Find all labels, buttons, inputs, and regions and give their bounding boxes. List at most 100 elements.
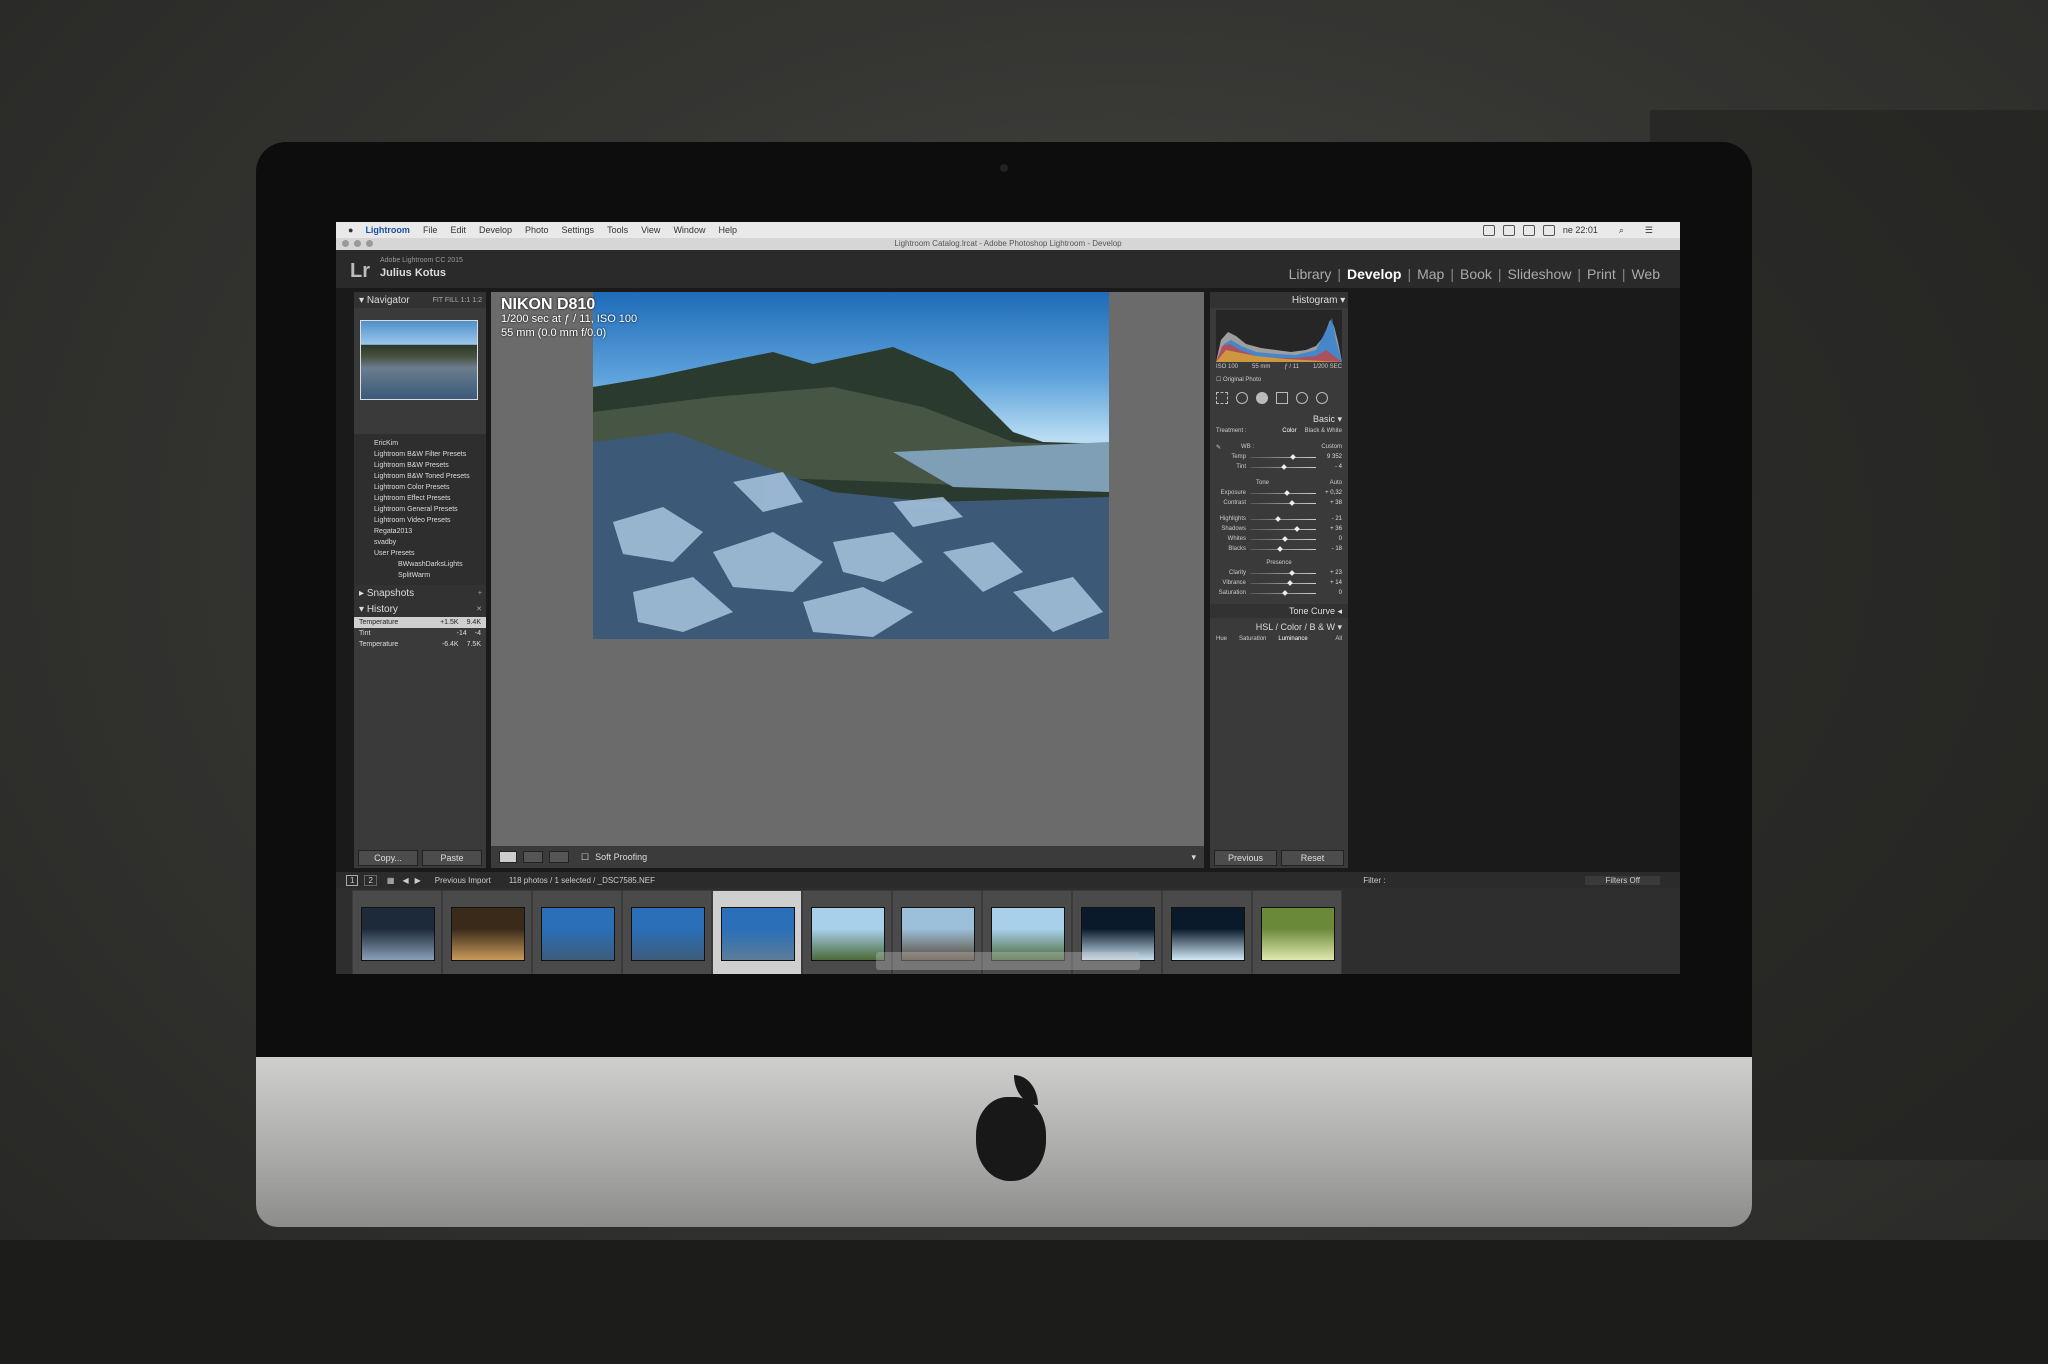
toolbar-menu-icon[interactable]: ▾: [1191, 852, 1196, 863]
wb-select[interactable]: Custom: [1321, 444, 1342, 450]
slider-knob[interactable]: [1282, 535, 1288, 542]
red-eye-icon[interactable]: [1256, 392, 1268, 404]
filmstrip-thumbnail[interactable]: [451, 907, 525, 961]
module-print[interactable]: Print: [1587, 266, 1616, 282]
slider-value[interactable]: - 18: [1320, 546, 1342, 552]
slider-knob[interactable]: [1280, 463, 1287, 470]
module-book[interactable]: Book: [1460, 266, 1492, 282]
slider-value[interactable]: + 23: [1320, 570, 1342, 576]
soft-proofing-checkbox[interactable]: ☐: [581, 852, 589, 863]
spotlight-icon[interactable]: ⌕: [1619, 225, 1624, 236]
hsl-tab-hue[interactable]: Hue: [1216, 636, 1227, 642]
auto-tone-button[interactable]: Auto: [1330, 480, 1342, 486]
filmstrip-thumbnail[interactable]: [1171, 907, 1245, 961]
menu-file[interactable]: File: [423, 225, 438, 235]
menu-app-name[interactable]: Lightroom: [365, 225, 410, 235]
slider-track[interactable]: [1250, 489, 1316, 496]
filmstrip-cell[interactable]: [712, 890, 802, 974]
menu-help[interactable]: Help: [718, 225, 737, 235]
slider-knob[interactable]: [1294, 525, 1300, 532]
spot-removal-icon[interactable]: [1236, 392, 1248, 404]
slider-track[interactable]: [1250, 515, 1316, 522]
menu-photo[interactable]: Photo: [525, 225, 549, 235]
crop-icon[interactable]: [1216, 392, 1228, 404]
close-window-button[interactable]: [342, 240, 349, 247]
slider-track[interactable]: [1250, 589, 1316, 596]
histogram[interactable]: [1216, 310, 1342, 362]
preset-item[interactable]: Regata2013: [354, 526, 486, 537]
slider-knob[interactable]: [1289, 569, 1296, 576]
previous-button[interactable]: Previous: [1214, 850, 1277, 866]
filters-off-select[interactable]: Filters Off: [1585, 875, 1660, 885]
hsl-tab-luminance[interactable]: Luminance: [1278, 636, 1307, 642]
module-map[interactable]: Map: [1417, 266, 1444, 282]
snapshots-header[interactable]: ▸ Snapshots +: [354, 585, 486, 601]
slider-knob[interactable]: [1288, 499, 1295, 506]
preset-item[interactable]: Lightroom General Presets: [354, 504, 486, 515]
menu-window[interactable]: Window: [673, 225, 705, 235]
tray-icon[interactable]: [1522, 224, 1535, 236]
reset-button[interactable]: Reset: [1281, 850, 1344, 866]
preset-item[interactable]: Lightroom Video Presets: [354, 515, 486, 526]
menu-edit[interactable]: Edit: [450, 225, 466, 235]
filmstrip-cell[interactable]: [442, 890, 532, 974]
preset-item[interactable]: Lightroom B&W Filter Presets: [354, 449, 486, 460]
slider-knob[interactable]: [1290, 453, 1296, 460]
minimize-window-button[interactable]: [354, 240, 361, 247]
apple-menu-icon[interactable]: ●: [348, 225, 353, 235]
slider-track[interactable]: [1250, 569, 1316, 576]
navigator-zoom[interactable]: FIT FILL 1:1 1:2: [433, 297, 482, 304]
source-label[interactable]: Previous Import: [435, 876, 491, 885]
preset-item[interactable]: SplitWarm: [354, 570, 486, 581]
history-item[interactable]: Temperature +1.5K 9.4K: [354, 617, 486, 628]
slider-knob[interactable]: [1276, 545, 1283, 552]
filmstrip-thumbnail[interactable]: [361, 907, 435, 961]
eyedropper-icon[interactable]: ✎: [1216, 444, 1221, 451]
module-slideshow[interactable]: Slideshow: [1508, 266, 1572, 282]
filmstrip-cell[interactable]: [532, 890, 622, 974]
slider-track[interactable]: [1250, 535, 1316, 542]
slider-track[interactable]: [1250, 545, 1316, 552]
hsl-header[interactable]: HSL / Color / B & W ▾: [1210, 620, 1348, 634]
filmstrip-thumbnail[interactable]: [721, 907, 795, 961]
slider-track[interactable]: [1250, 453, 1316, 460]
before-after-button[interactable]: [523, 851, 543, 863]
slider-track[interactable]: [1250, 499, 1316, 506]
preset-item[interactable]: Lightroom Effect Presets: [354, 493, 486, 504]
history-header[interactable]: ▾ History ✕: [354, 601, 486, 617]
copy-button[interactable]: Copy...: [358, 850, 418, 866]
module-develop[interactable]: Develop: [1347, 266, 1401, 282]
menu-settings[interactable]: Settings: [562, 225, 595, 235]
slider-value[interactable]: + 14: [1320, 580, 1342, 586]
menu-tools[interactable]: Tools: [607, 225, 628, 235]
hsl-tab-all[interactable]: All: [1335, 636, 1342, 642]
menu-develop[interactable]: Develop: [479, 225, 512, 235]
filmstrip-cell[interactable]: [1162, 890, 1252, 974]
filmstrip-thumbnail[interactable]: [811, 907, 885, 961]
preset-item[interactable]: BWwashDarksLights: [354, 559, 486, 570]
preset-item[interactable]: Lightroom B&W Presets: [354, 460, 486, 471]
clock[interactable]: ne 22:01: [1563, 225, 1598, 235]
notification-icon[interactable]: ☰: [1645, 225, 1653, 236]
adjustment-brush-icon[interactable]: [1316, 392, 1328, 404]
main-window-button[interactable]: 1: [346, 874, 359, 886]
forward-arrow-icon[interactable]: ▶: [415, 876, 421, 885]
slider-knob[interactable]: [1284, 489, 1290, 496]
treatment-color[interactable]: Color: [1282, 428, 1296, 434]
slider-value[interactable]: - 21: [1320, 516, 1342, 522]
preset-item[interactable]: User Presets: [354, 548, 486, 559]
preset-item[interactable]: Lightroom B&W Toned Presets: [354, 471, 486, 482]
history-item[interactable]: Temperature -6.4K 7.5K: [354, 639, 486, 650]
slider-value[interactable]: 0: [1320, 536, 1342, 542]
radial-filter-icon[interactable]: [1296, 392, 1308, 404]
slider-track[interactable]: [1250, 525, 1316, 532]
histogram-header[interactable]: Histogram ▾: [1210, 292, 1348, 308]
add-snapshot-icon[interactable]: +: [478, 590, 482, 597]
slider-value[interactable]: + 36: [1320, 526, 1342, 532]
menu-view[interactable]: View: [641, 225, 660, 235]
before-after-swap-button[interactable]: [549, 851, 569, 863]
hsl-tab-saturation[interactable]: Saturation: [1239, 636, 1266, 642]
slider-value[interactable]: + 38: [1320, 500, 1342, 506]
navigator-header[interactable]: ▾ Navigator FIT FILL 1:1 1:2: [354, 292, 486, 308]
filmstrip-cell[interactable]: [352, 890, 442, 974]
